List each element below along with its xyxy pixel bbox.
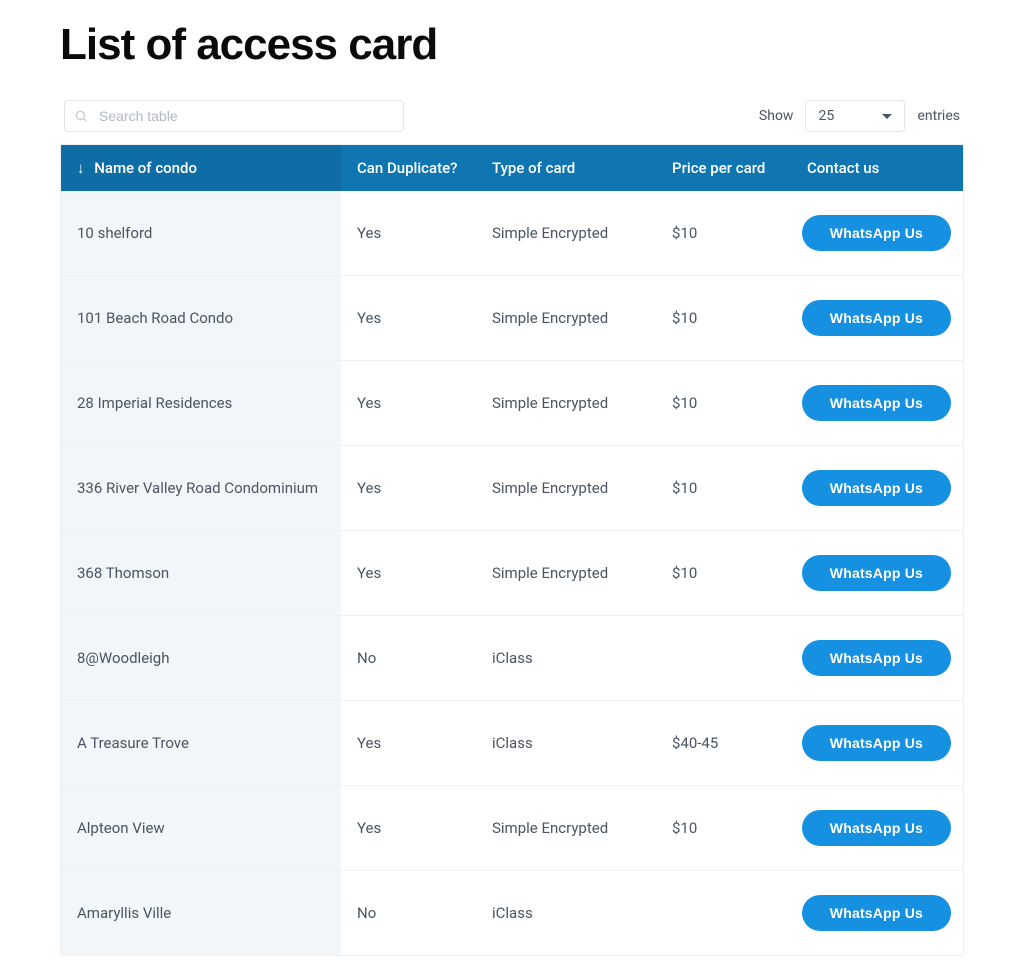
whatsapp-button[interactable]: WhatsApp Us	[802, 810, 951, 846]
entries-control: Show 25 entries	[759, 100, 960, 132]
cell-card-type: iClass	[476, 871, 656, 956]
table-row: 28 Imperial ResidencesYesSimple Encrypte…	[61, 361, 963, 446]
table-row: Amaryllis VilleNoiClass WhatsApp Us	[61, 871, 963, 956]
cell-duplicate: Yes	[341, 446, 476, 531]
cell-condo-name: 336 River Valley Road Condominium	[61, 446, 341, 531]
table-row: 336 River Valley Road CondominiumYesSimp…	[61, 446, 963, 531]
cell-condo-name: A Treasure Trove	[61, 701, 341, 786]
table-row: 368 ThomsonYesSimple Encrypted$10 WhatsAp…	[61, 531, 963, 616]
controls-row: Show 25 entries	[60, 100, 964, 132]
cell-duplicate: Yes	[341, 361, 476, 446]
column-header-name[interactable]: ↓ Name of condo	[61, 145, 341, 191]
access-card-table: ↓ Name of condo Can Duplicate? Type of c…	[61, 145, 963, 955]
cell-price: $10	[656, 276, 791, 361]
cell-price	[656, 616, 791, 701]
cell-duplicate: Yes	[341, 191, 476, 276]
column-header-contact[interactable]: Contact us	[791, 145, 963, 191]
col-name-label: Name of condo	[94, 159, 197, 177]
entries-label: entries	[917, 108, 960, 124]
cell-condo-name: Alpteon View	[61, 786, 341, 871]
cell-condo-name: 10 shelford	[61, 191, 341, 276]
cell-price: $10	[656, 191, 791, 276]
cell-contact: WhatsApp Us	[791, 871, 963, 956]
cell-duplicate: Yes	[341, 701, 476, 786]
cell-duplicate: No	[341, 616, 476, 701]
cell-card-type: Simple Encrypted	[476, 786, 656, 871]
whatsapp-button[interactable]: WhatsApp Us	[802, 555, 951, 591]
entries-selected-value: 25	[818, 108, 834, 124]
table-wrapper: ↓ Name of condo Can Duplicate? Type of c…	[60, 144, 964, 956]
cell-card-type: Simple Encrypted	[476, 446, 656, 531]
show-label: Show	[759, 108, 794, 124]
column-header-type[interactable]: Type of card	[476, 145, 656, 191]
cell-price	[656, 871, 791, 956]
search-input[interactable]	[64, 100, 404, 132]
table-row: Alpteon ViewYesSimple Encrypted$10 WhatsA…	[61, 786, 963, 871]
page-title: List of access card	[60, 20, 964, 70]
table-row: 101 Beach Road CondoYesSimple Encrypted$…	[61, 276, 963, 361]
cell-card-type: Simple Encrypted	[476, 276, 656, 361]
cell-price: $10	[656, 531, 791, 616]
whatsapp-button[interactable]: WhatsApp Us	[802, 300, 951, 336]
cell-contact: WhatsApp Us	[791, 191, 963, 276]
sort-down-icon: ↓	[77, 159, 85, 177]
cell-price: $10	[656, 446, 791, 531]
search-icon	[74, 109, 88, 123]
column-header-duplicate[interactable]: Can Duplicate?	[341, 145, 476, 191]
cell-card-type: Simple Encrypted	[476, 191, 656, 276]
cell-card-type: iClass	[476, 701, 656, 786]
entries-select[interactable]: 25	[805, 100, 905, 132]
column-header-price[interactable]: Price per card	[656, 145, 791, 191]
whatsapp-button[interactable]: WhatsApp Us	[802, 215, 951, 251]
cell-contact: WhatsApp Us	[791, 531, 963, 616]
cell-duplicate: Yes	[341, 531, 476, 616]
whatsapp-button[interactable]: WhatsApp Us	[802, 725, 951, 761]
caret-down-icon	[882, 114, 892, 119]
cell-contact: WhatsApp Us	[791, 701, 963, 786]
table-row: 10 shelfordYesSimple Encrypted$10 WhatsAp…	[61, 191, 963, 276]
cell-condo-name: 368 Thomson	[61, 531, 341, 616]
table-row: 8@WoodleighNoiClass WhatsApp Us	[61, 616, 963, 701]
table-row: A Treasure TroveYesiClass$40-45 WhatsApp …	[61, 701, 963, 786]
whatsapp-button[interactable]: WhatsApp Us	[802, 640, 951, 676]
search-box	[64, 100, 404, 132]
whatsapp-button[interactable]: WhatsApp Us	[802, 470, 951, 506]
cell-card-type: iClass	[476, 616, 656, 701]
whatsapp-button[interactable]: WhatsApp Us	[802, 385, 951, 421]
cell-price: $10	[656, 361, 791, 446]
cell-card-type: Simple Encrypted	[476, 531, 656, 616]
cell-contact: WhatsApp Us	[791, 616, 963, 701]
cell-price: $40-45	[656, 701, 791, 786]
cell-card-type: Simple Encrypted	[476, 361, 656, 446]
cell-condo-name: 8@Woodleigh	[61, 616, 341, 701]
cell-contact: WhatsApp Us	[791, 361, 963, 446]
cell-contact: WhatsApp Us	[791, 276, 963, 361]
cell-contact: WhatsApp Us	[791, 786, 963, 871]
cell-duplicate: No	[341, 871, 476, 956]
cell-price: $10	[656, 786, 791, 871]
cell-condo-name: Amaryllis Ville	[61, 871, 341, 956]
cell-duplicate: Yes	[341, 276, 476, 361]
cell-contact: WhatsApp Us	[791, 446, 963, 531]
cell-condo-name: 28 Imperial Residences	[61, 361, 341, 446]
cell-condo-name: 101 Beach Road Condo	[61, 276, 341, 361]
cell-duplicate: Yes	[341, 786, 476, 871]
whatsapp-button[interactable]: WhatsApp Us	[802, 895, 951, 931]
